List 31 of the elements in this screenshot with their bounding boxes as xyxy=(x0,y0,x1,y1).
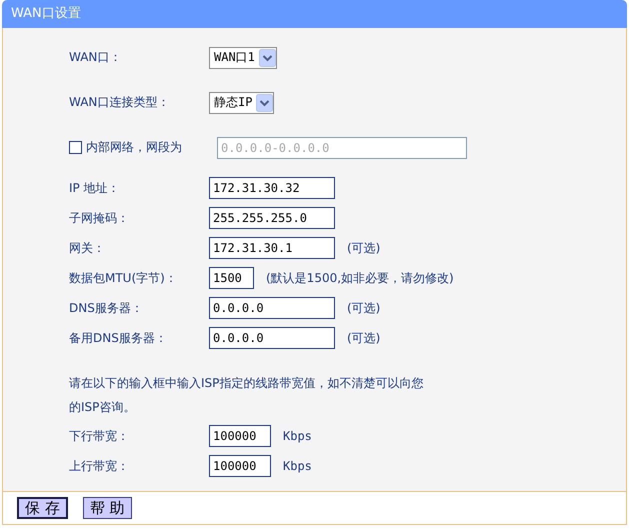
input-field[interactable]: 172.31.30.32 xyxy=(209,177,335,199)
unit-label: Kbps xyxy=(283,459,312,473)
field-label: 网关： xyxy=(69,240,106,256)
input-field[interactable]: 255.255.255.0 xyxy=(209,207,335,229)
instruction-text: 请在以下的输入框中输入ISP指定的线路带宽值，如不清楚可以向您的ISP咨询。 xyxy=(69,375,424,416)
input-field[interactable]: 0.0.0.0 xyxy=(209,297,335,319)
field-label: 数据包MTU(字节)： xyxy=(69,270,178,286)
input-field[interactable]: 1500 xyxy=(209,267,254,289)
field-label: 上行带宽： xyxy=(69,458,130,474)
save-button[interactable]: 保 存 xyxy=(17,497,68,519)
hint-text: (可选) xyxy=(347,300,380,316)
hint-text: (可选) xyxy=(347,240,380,256)
field-label: DNS服务器： xyxy=(69,300,144,316)
input-field[interactable]: 100000 xyxy=(209,425,271,447)
field-label: 子网掩码： xyxy=(69,210,130,226)
help-button[interactable]: 帮 助 xyxy=(82,497,132,519)
field-label: 备用DNS服务器： xyxy=(69,330,168,346)
dropdown[interactable]: 静态IP xyxy=(209,92,274,114)
dropdown[interactable]: WAN口1 xyxy=(209,46,277,68)
panel-title: WAN口设置 xyxy=(2,0,627,28)
hint-text: (可选) xyxy=(347,330,380,346)
unit-label: Kbps xyxy=(283,429,312,443)
input-field[interactable]: 100000 xyxy=(209,455,271,477)
field-label: 内部网络，网段为 xyxy=(86,139,182,156)
hint-text: (默认是1500,如非必要，请勿修改) xyxy=(266,270,454,286)
field-label: 下行带宽： xyxy=(69,428,130,444)
field-label: IP 地址： xyxy=(69,180,121,196)
input-field[interactable]: 172.31.30.1 xyxy=(209,237,335,259)
field-label: WAN口： xyxy=(69,49,122,66)
field-label: WAN口连接类型： xyxy=(69,94,170,111)
input-field[interactable]: 0.0.0.0 xyxy=(209,327,335,349)
